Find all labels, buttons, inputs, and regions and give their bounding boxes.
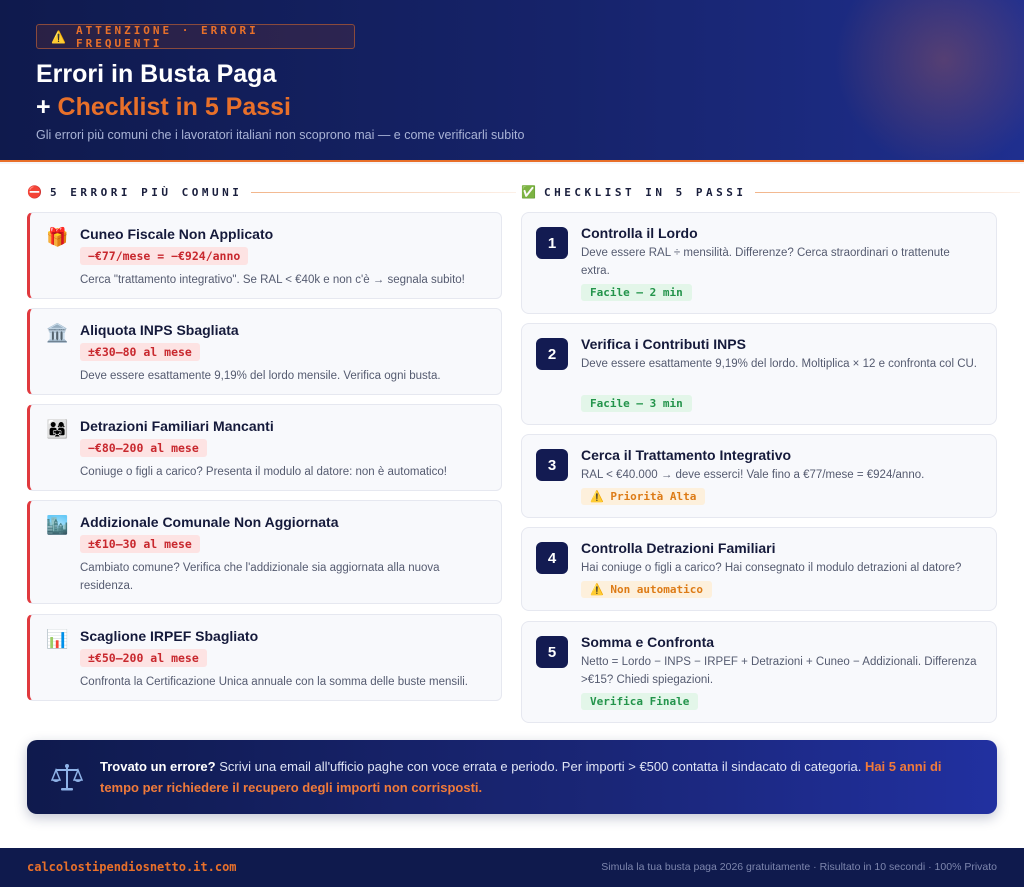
page-subtitle: Gli errori più comuni che i lavoratori i… (36, 128, 525, 142)
family-icon: 👨‍👩‍👧 (46, 419, 69, 439)
step-title: Somma e Confronta (581, 634, 715, 650)
error-amount-badge: −€77/mese = −€924/anno (80, 247, 249, 265)
checklist-section-title: CHECKLIST IN 5 PASSI (544, 185, 747, 199)
error-title: Detrazioni Familiari Mancanti (80, 418, 274, 434)
error-title: Cuneo Fiscale Non Applicato (80, 226, 274, 242)
step-title: Verifica i Contributi INPS (581, 336, 746, 352)
step-tag: ⚠️ Priorità Alta (581, 488, 706, 505)
step-description: Deve essere esattamente 9,19% del lordo.… (581, 358, 978, 370)
error-card: 🏙️ Addizionale Comunale Non Aggiornata ±… (27, 500, 502, 604)
page-title: Errori in Busta Paga (36, 60, 277, 88)
title-prefix: + (36, 93, 58, 121)
error-description: Deve essere esattamente 9,19% del lordo … (80, 370, 441, 382)
checklist-step: 3 Cerca il Trattamento Integrativo RAL <… (521, 434, 997, 518)
step-number: 5 (536, 636, 568, 668)
warning-icon: ⚠️ (51, 29, 66, 44)
step-number: 1 (536, 227, 568, 259)
step-description: RAL < €40.000 → deve esserci! Vale fino … (581, 469, 925, 481)
step-tag: Facile — 3 min (581, 395, 692, 412)
step-title: Cerca il Trattamento Integrativo (581, 447, 792, 463)
step-description: Deve essere RAL ÷ mensilità. Differenze?… (581, 247, 950, 277)
step-title: Controlla il Lordo (581, 225, 698, 241)
error-amount-badge: ±€30–80 al mese (80, 343, 200, 361)
errors-section-title: 5 ERRORI PIÙ COMUNI (50, 185, 243, 199)
errors-section-header: ⛔ 5 ERRORI PIÙ COMUNI (27, 184, 517, 200)
callout-text: Trovato un errore? Scrivi una email all'… (100, 756, 975, 798)
step-tag: Facile — 2 min (581, 284, 692, 301)
footer-tagline: Simula la tua busta paga 2026 gratuitame… (601, 861, 997, 873)
error-amount-badge: −€80–200 al mese (80, 439, 207, 457)
header-banner: ⚠️ ATTENZIONE · ERRORI FREQUENTI Errori … (0, 0, 1024, 162)
footer: calcolostipendiosnetto.it.com Simula la … (0, 848, 1024, 887)
balance-scale-icon (51, 764, 83, 791)
error-description: Confronta la Certificazione Unica annual… (80, 676, 469, 688)
error-description: Coniuge o figli a carico? Presenta il mo… (80, 466, 447, 478)
gift-icon: 🎁 (46, 227, 69, 247)
no-entry-icon: ⛔ (27, 185, 42, 199)
error-amount-badge: ±€50–200 al mese (80, 649, 207, 667)
callout-lead: Trovato un errore? (100, 759, 216, 774)
error-title: Addizionale Comunale Non Aggiornata (80, 514, 339, 530)
callout-body: Scrivi una email all'ufficio paghe con v… (215, 759, 865, 774)
error-card: 📊 Scaglione IRPEF Sbagliato ±€50–200 al … (27, 614, 502, 701)
step-description: Hai coniuge o figli a carico? Hai conseg… (581, 562, 962, 574)
section-divider (755, 191, 1021, 193)
step-title: Controlla Detrazioni Familiari (581, 540, 776, 556)
error-description: Cerca "trattamento integrativo". Se RAL … (80, 274, 465, 286)
checklist-step: 4 Controlla Detrazioni Familiari Hai con… (521, 527, 997, 611)
check-mark-icon: ✅ (521, 185, 536, 199)
step-description: Netto = Lordo − INPS − IRPEF + Detrazion… (581, 656, 977, 686)
checklist-step: 1 Controlla il Lordo Deve essere RAL ÷ m… (521, 212, 997, 314)
step-number: 4 (536, 542, 568, 574)
warning-badge: ⚠️ ATTENZIONE · ERRORI FREQUENTI (36, 23, 355, 50)
page-title-line2: + Checklist in 5 Passi (36, 93, 291, 122)
error-card: 🏛️ Aliquota INPS Sbagliata ±€30–80 al me… (27, 308, 502, 395)
cityscape-icon: 🏙️ (46, 515, 69, 535)
checklist-step: 5 Somma e Confronta Netto = Lordo − INPS… (521, 621, 997, 723)
error-amount-badge: ±€10–30 al mese (80, 535, 200, 553)
error-card: 🎁 Cuneo Fiscale Non Applicato −€77/mese … (27, 212, 502, 299)
step-tag: ⚠️ Non automatico (581, 581, 713, 598)
error-found-callout: Trovato un errore? Scrivi una email all'… (27, 740, 997, 814)
step-number: 3 (536, 449, 568, 481)
bank-building-icon: 🏛️ (46, 323, 69, 343)
checklist-step: 2 Verifica i Contributi INPS Deve essere… (521, 323, 997, 425)
footer-site-link[interactable]: calcolostipendiosnetto.it.com (27, 860, 237, 874)
checklist-section-header: ✅ CHECKLIST IN 5 PASSI (521, 184, 1021, 200)
title-accent: Checklist in 5 Passi (57, 93, 291, 121)
step-number: 2 (536, 338, 568, 370)
header-glow (824, 0, 1024, 160)
section-divider (251, 191, 517, 193)
error-description: Cambiato comune? Verifica che l'addizion… (80, 562, 440, 592)
error-title: Scaglione IRPEF Sbagliato (80, 628, 259, 644)
bar-chart-icon: 📊 (46, 629, 69, 649)
step-tag: Verifica Finale (581, 693, 699, 710)
warning-badge-text: ATTENZIONE · ERRORI FREQUENTI (75, 23, 259, 50)
error-card: 👨‍👩‍👧 Detrazioni Familiari Mancanti −€80… (27, 404, 502, 491)
error-title: Aliquota INPS Sbagliata (80, 322, 239, 338)
